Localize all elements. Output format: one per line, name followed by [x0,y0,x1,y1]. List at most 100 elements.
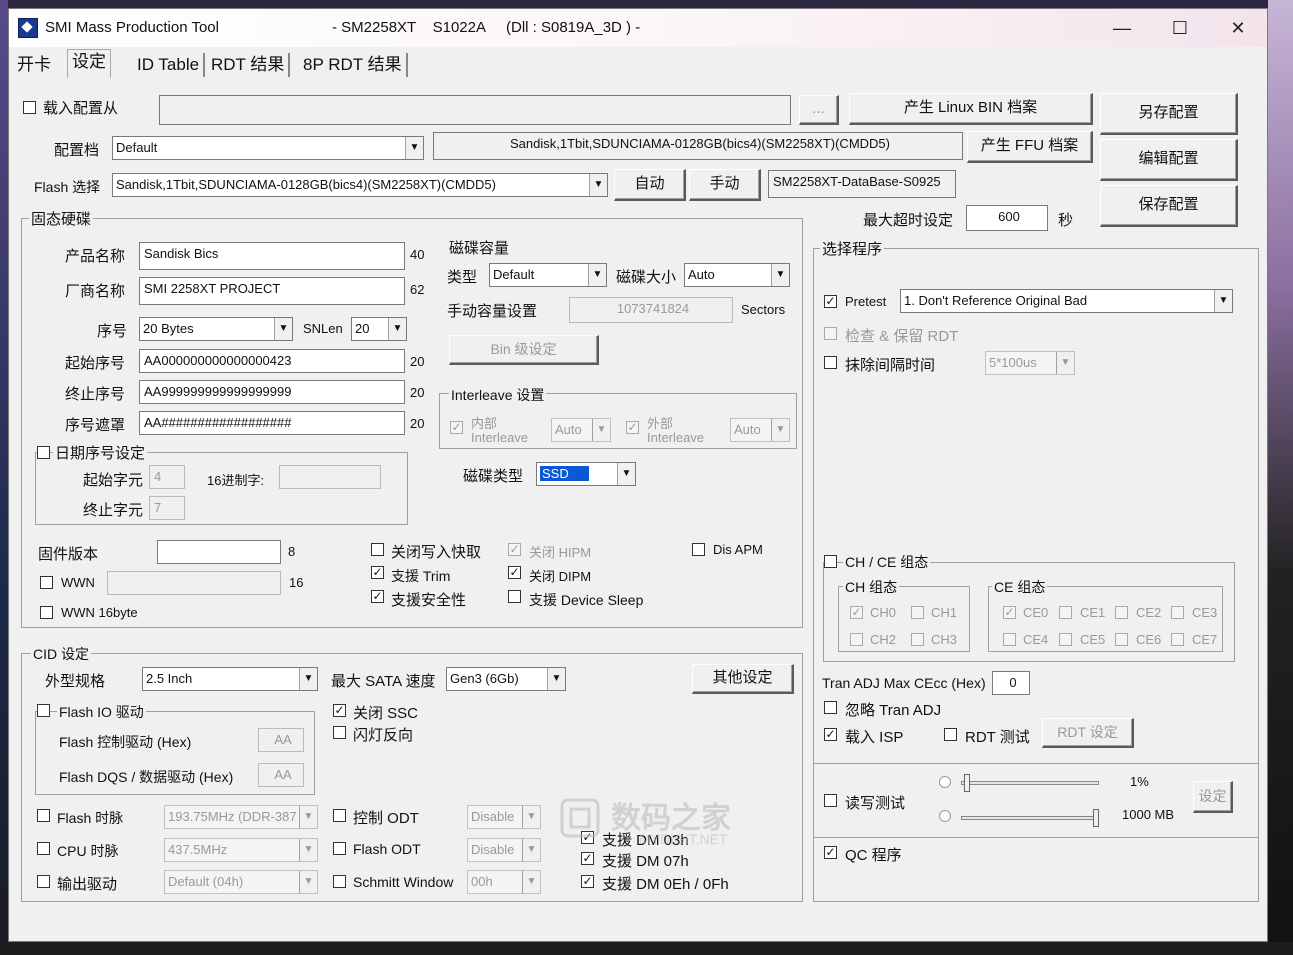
browse-button[interactable]: ... [799,95,839,125]
tran-adj-input[interactable]: 0 [992,671,1030,695]
external-interleave-checkbox[interactable]: ✓ [626,421,639,434]
cpu-clock-select[interactable]: 437.5MHz ▼ [164,838,318,862]
ce1-checkbox[interactable] [1059,606,1072,619]
led-invert-checkbox[interactable] [333,726,346,739]
edit-config-button[interactable]: 编辑配置 [1100,139,1238,181]
dm0e-checkbox[interactable]: ✓ [581,875,594,888]
rw-set-button[interactable]: 设定 [1193,781,1233,813]
hipm-checkbox[interactable]: ✓ [508,543,521,556]
rdt-test-checkbox[interactable] [944,728,957,741]
trim-checkbox[interactable]: ✓ [371,566,384,579]
flash-odt-select[interactable]: Disable ▼ [467,838,541,862]
internal-interleave-checkbox[interactable]: ✓ [450,421,463,434]
timeout-input[interactable]: 600 [966,205,1048,231]
tab-id-table[interactable]: ID Table [133,53,206,77]
ce0-checkbox[interactable]: ✓ [1003,606,1016,619]
internal-interleave-select[interactable]: Auto ▼ [551,418,611,442]
minimize-button[interactable]: — [1093,9,1151,47]
disable-ssc-checkbox[interactable]: ✓ [333,704,346,717]
check-rdt-checkbox[interactable] [824,327,837,340]
disk-type-select[interactable]: SSD ▼ [536,462,636,486]
manual-capacity-input[interactable]: 1073741824 [569,297,733,323]
ctrl-odt-checkbox[interactable] [333,809,346,822]
erase-interval-checkbox[interactable] [824,356,837,369]
percent-radio[interactable] [939,776,951,788]
tab-8p-rdt-result[interactable]: 8P RDT 结果 [299,53,408,77]
start-serial-input[interactable]: AA000000000000000423 [139,349,405,373]
end-char-input[interactable]: 7 [149,496,185,520]
tab-open-card[interactable]: 开卡 [13,53,55,77]
product-name-input[interactable]: Sandisk Bics [139,242,405,270]
wwn16-checkbox[interactable] [40,606,53,619]
wwn-checkbox[interactable] [40,576,53,589]
ce2-checkbox[interactable] [1115,606,1128,619]
disk-size-select[interactable]: Auto ▼ [684,263,790,287]
device-sleep-checkbox[interactable] [508,590,521,603]
start-char-input[interactable]: 4 [149,465,185,489]
flash-clock-select[interactable]: 193.75MHz (DDR-387 ▼ [164,805,318,829]
config-select[interactable]: Default ▼ [112,136,424,160]
flash-odt-checkbox[interactable] [333,842,346,855]
cpu-clock-checkbox[interactable] [37,842,50,855]
ce7-checkbox[interactable] [1171,633,1184,646]
end-serial-input[interactable]: AA999999999999999999 [139,380,405,404]
percent-slider-thumb[interactable] [964,774,970,792]
manual-button[interactable]: 手动 [689,169,761,201]
serial-select[interactable]: 20 Bytes ▼ [139,317,293,341]
chce-checkbox[interactable] [824,555,837,568]
flash-select[interactable]: Sandisk,1Tbit,SDUNCIAMA-0128GB(bics4)(SM… [112,173,608,197]
linux-bin-button[interactable]: 产生 Linux BIN 档案 [849,93,1093,125]
auto-button[interactable]: 自动 [614,169,686,201]
ch0-checkbox[interactable]: ✓ [850,606,863,619]
qc-checkbox[interactable]: ✓ [824,846,837,859]
security-checkbox[interactable]: ✓ [371,590,384,603]
pretest-select[interactable]: 1. Don't Reference Original Bad ▼ [900,289,1233,313]
maximize-button[interactable]: ☐ [1151,9,1209,47]
serial-mask-input[interactable]: AA################## [139,411,405,435]
size-radio[interactable] [939,810,951,822]
firmware-input[interactable] [157,540,281,564]
capacity-type-select[interactable]: Default ▼ [489,263,607,287]
rdt-setting-button[interactable]: RDT 设定 [1042,718,1134,748]
dm07-checkbox[interactable]: ✓ [581,852,594,865]
date-serial-checkbox[interactable] [37,446,50,459]
hex-char-input[interactable] [279,465,381,489]
ch3-checkbox[interactable] [911,633,924,646]
ce4-checkbox[interactable] [1003,633,1016,646]
schmitt-checkbox[interactable] [333,875,346,888]
erase-interval-select[interactable]: 5*100us ▼ [985,351,1075,375]
flash-io-checkbox[interactable] [37,704,50,717]
save-as-config-button[interactable]: 另存配置 [1100,93,1238,135]
size-slider[interactable] [961,816,1099,820]
ignore-tran-adj-checkbox[interactable] [824,701,837,714]
vendor-name-input[interactable]: SMI 2258XT PROJECT [139,277,405,305]
ce6-checkbox[interactable] [1115,633,1128,646]
sata-speed-select[interactable]: Gen3 (6Gb) ▼ [446,667,566,691]
flash-dqs-input[interactable]: AA [258,763,304,787]
ce5-checkbox[interactable] [1059,633,1072,646]
tab-rdt-result[interactable]: RDT 结果 [207,53,291,77]
ch2-checkbox[interactable] [850,633,863,646]
form-factor-select[interactable]: 2.5 Inch ▼ [142,667,318,691]
save-config-button[interactable]: 保存配置 [1100,185,1238,227]
ch1-checkbox[interactable] [911,606,924,619]
disable-write-cache-checkbox[interactable] [371,543,384,556]
output-drive-checkbox[interactable] [37,875,50,888]
flash-ctrl-input[interactable]: AA [258,728,304,752]
snlen-select[interactable]: 20 ▼ [351,317,407,341]
schmitt-select[interactable]: 00h ▼ [467,870,541,894]
wwn-input[interactable] [107,571,281,595]
size-slider-thumb[interactable] [1093,809,1099,827]
output-drive-select[interactable]: Default (04h) ▼ [164,870,318,894]
percent-slider[interactable] [961,781,1099,785]
rw-test-checkbox[interactable] [824,794,837,807]
external-interleave-select[interactable]: Auto ▼ [730,418,790,442]
ctrl-odt-select[interactable]: Disable ▼ [467,805,541,829]
ffu-button[interactable]: 产生 FFU 档案 [967,131,1093,163]
dis-apm-checkbox[interactable] [692,543,705,556]
load-config-path[interactable] [159,95,791,125]
load-isp-checkbox[interactable]: ✓ [824,728,837,741]
ce3-checkbox[interactable] [1171,606,1184,619]
load-config-checkbox[interactable] [23,101,36,114]
other-settings-button[interactable]: 其他设定 [692,664,794,694]
